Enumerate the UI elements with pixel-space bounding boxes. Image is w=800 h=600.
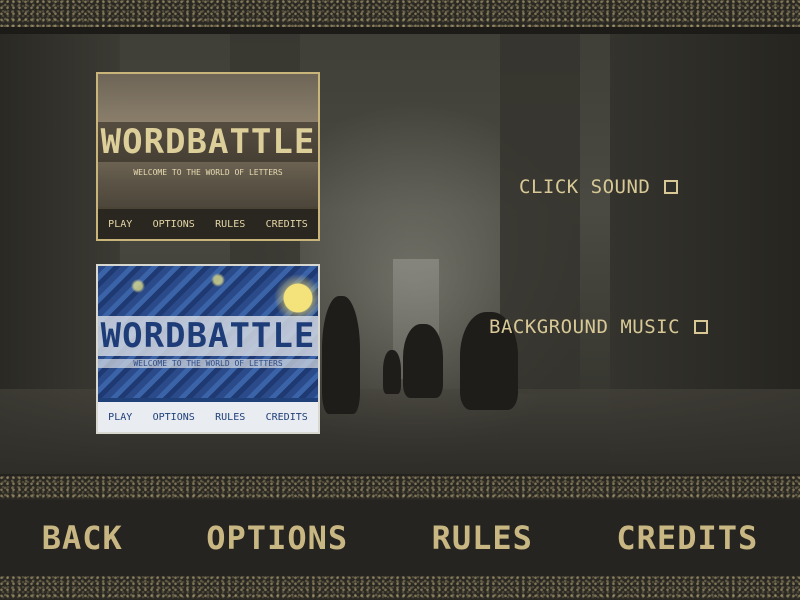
preview-nav: PLAY OPTIONS RULES CREDITS	[98, 398, 318, 432]
preview-nav-options: OPTIONS	[152, 218, 195, 230]
top-decorative-band	[0, 0, 800, 27]
click-sound-option: CLICK SOUND	[519, 176, 679, 198]
cloaked-figure	[322, 296, 360, 414]
preview-nav-play: PLAY	[108, 218, 133, 230]
click-sound-checkbox[interactable]	[664, 180, 679, 194]
options-button[interactable]: OPTIONS	[206, 519, 348, 557]
preview-nav-options: OPTIONS	[152, 411, 195, 423]
preview-title: WORDBATTLE	[98, 122, 318, 162]
bottom-decorative-band	[0, 476, 800, 500]
background-music-checkbox[interactable]	[694, 320, 709, 334]
cloaked-figure	[403, 324, 443, 398]
rules-button[interactable]: RULES	[432, 519, 533, 557]
preview-title: WORDBATTLE	[98, 316, 318, 356]
bottom-decorative-band-lower	[0, 576, 800, 600]
preview-nav-rules: RULES	[215, 411, 246, 423]
preview-nav: PLAY OPTIONS RULES CREDITS	[98, 207, 318, 239]
theme-preview-ruins[interactable]: WORDBATTLE WELCOME TO THE WORLD OF LETTE…	[96, 72, 320, 241]
background-music-label: BACKGROUND MUSIC	[489, 316, 681, 338]
preview-nav-rules: RULES	[215, 218, 246, 230]
preview-nav-credits: CREDITS	[265, 411, 308, 423]
preview-tagline: WELCOME TO THE WORLD OF LETTERS	[133, 168, 283, 177]
preview-nav-play: PLAY	[108, 411, 133, 423]
top-band-edge	[0, 27, 800, 34]
preview-nav-credits: CREDITS	[265, 218, 308, 230]
credits-button[interactable]: CREDITS	[616, 519, 758, 557]
cloaked-figure	[383, 350, 401, 394]
bottom-nav: BACK OPTIONS RULES CREDITS	[0, 500, 800, 576]
preview-tagline: WELCOME TO THE WORLD OF LETTERS	[98, 359, 318, 368]
background-music-option: BACKGROUND MUSIC	[489, 316, 709, 338]
options-screen: WORDBATTLE WELCOME TO THE WORLD OF LETTE…	[0, 0, 800, 600]
theme-preview-starry-night[interactable]: WORDBATTLE WELCOME TO THE WORLD OF LETTE…	[96, 264, 320, 434]
click-sound-label: CLICK SOUND	[519, 176, 651, 198]
back-button[interactable]: BACK	[42, 519, 123, 557]
